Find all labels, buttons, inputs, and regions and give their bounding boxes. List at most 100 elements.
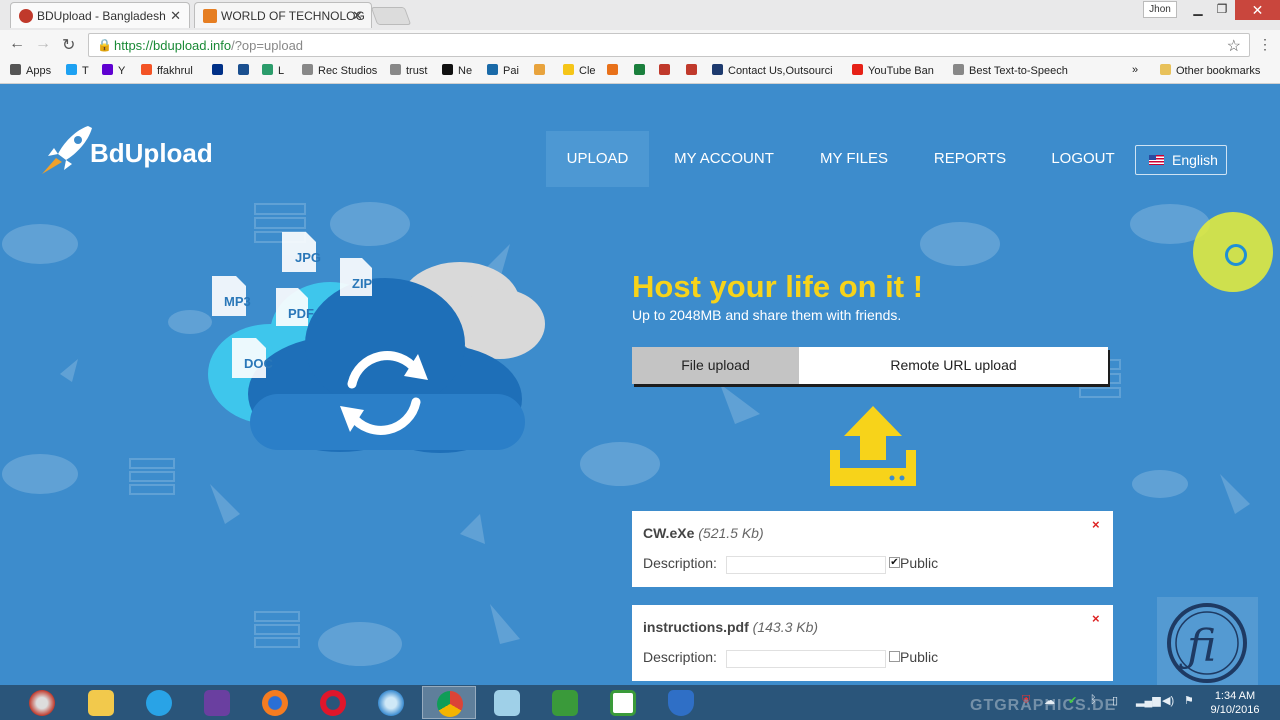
new-tab-button[interactable] (370, 7, 412, 25)
remove-file-icon[interactable]: × (1092, 517, 1100, 532)
public-label: Public (900, 649, 939, 665)
taskbar-media-player[interactable] (15, 686, 69, 719)
cloud-sync-illustration: JPG ZIP MP3 PDF DOC (208, 232, 545, 453)
chrome-menu-icon[interactable]: ⋮ (1258, 36, 1272, 53)
back-arrow-icon[interactable]: ← (9, 35, 25, 53)
taskbar-safari[interactable] (364, 686, 418, 719)
taskbar-security[interactable] (654, 686, 708, 719)
taskbar-camtasia-studio[interactable] (596, 686, 650, 719)
page-headline: Host your life on it ! (632, 269, 924, 304)
camtasia-studio-icon (610, 690, 636, 716)
cloud-tray-icon[interactable]: ☁ (1044, 694, 1055, 707)
description-input[interactable] (726, 556, 886, 574)
rocket-icon (42, 126, 92, 174)
bookmark-favicon-icon (712, 64, 723, 75)
upload-type-tabs: File upload Remote URL upload (632, 347, 1108, 384)
bookmark-item[interactable] (634, 64, 650, 77)
close-tab-icon[interactable]: ✕ (170, 8, 181, 24)
maximize-icon[interactable]: ❐ (1210, 2, 1234, 16)
taskbar-file-explorer[interactable] (74, 686, 128, 719)
folder-icon (1160, 64, 1171, 75)
bookmark-item[interactable]: Best Text-to-Speech (953, 64, 1068, 77)
bookmark-item[interactable]: YouTube Ban (852, 64, 934, 77)
bookmark-item[interactable]: trust (390, 64, 427, 77)
taskbar-opera[interactable] (306, 686, 360, 719)
bookmark-item[interactable]: Y (102, 64, 125, 77)
bookmark-item[interactable] (238, 64, 254, 77)
bookmark-item[interactable] (686, 64, 702, 77)
file-size: (143.3 Kb) (752, 619, 819, 635)
bookmark-item[interactable] (659, 64, 675, 77)
taskbar-internet-explorer[interactable] (132, 686, 186, 719)
bookmark-item[interactable]: Rec Studios (302, 64, 377, 77)
visual-studio-icon (204, 690, 230, 716)
public-checkbox[interactable] (889, 651, 900, 662)
check-tray-icon[interactable]: ✔ (1068, 694, 1077, 707)
taskbar-firefox[interactable] (248, 686, 302, 719)
upload-tray-icon[interactable] (830, 404, 916, 486)
tab-bdupload[interactable]: BDUpload - Bangladesh ✕ (10, 2, 190, 28)
bookmark-item[interactable]: T (66, 64, 89, 77)
description-input[interactable] (726, 650, 886, 668)
bookmark-star-icon[interactable]: ☆ (1227, 36, 1241, 56)
bookmark-item[interactable]: Apps (10, 64, 51, 77)
taskbar-visual-studio[interactable] (190, 686, 244, 719)
nav-my-files[interactable]: MY FILES (805, 131, 903, 187)
flag-tray-icon[interactable]: ⚑ (1184, 694, 1194, 707)
volume-tray-icon[interactable]: ◀) (1162, 694, 1174, 707)
bookmark-item[interactable]: Contact Us,Outsourci (712, 64, 833, 77)
bookmark-favicon-icon (487, 64, 498, 75)
bookmark-item[interactable] (212, 64, 228, 77)
file-name: instructions.pdf (143.3 Kb) (643, 619, 819, 635)
language-selector[interactable]: English (1135, 145, 1227, 175)
public-checkbox[interactable]: ✔ (889, 557, 900, 568)
taskbar-chrome[interactable] (422, 686, 476, 719)
minimize-icon[interactable]: ▁ (1186, 2, 1210, 16)
upload-file-row: CW.eXe (521.5 Kb) × Description: ✔ Publi… (632, 511, 1113, 587)
tab-file-upload[interactable]: File upload (632, 347, 799, 384)
tab-remote-url-upload[interactable]: Remote URL upload (799, 347, 1108, 384)
tab-world-of-technology[interactable]: WORLD OF TECHNOLOG ✕ (194, 2, 372, 28)
bluetooth-tray-icon[interactable]: ᛒ (1090, 694, 1097, 706)
system-clock[interactable]: 1:34 AM 9/10/2016 (1205, 689, 1265, 717)
bookmark-item[interactable]: Cle (563, 64, 596, 77)
bookmark-item[interactable]: ffakhrul (141, 64, 193, 77)
bookmark-item[interactable]: Ne (442, 64, 472, 77)
address-bar[interactable]: 🔒 https://bdupload.info/?op=upload ☆ (88, 33, 1250, 57)
tab-title: BDUpload - Bangladesh (37, 9, 166, 23)
folder-icon (88, 690, 114, 716)
pdf-file-label: PDF (288, 306, 314, 321)
bookmark-favicon-icon (66, 64, 77, 75)
nav-logout[interactable]: LOGOUT (1040, 131, 1126, 187)
bookmark-item[interactable]: L (262, 64, 284, 77)
profile-button[interactable]: Jhon (1143, 1, 1177, 18)
logo-text: BdUpload (90, 138, 213, 168)
other-bookmarks-folder[interactable]: Other bookmarks (1160, 64, 1260, 77)
bookmark-label: Rec Studios (318, 65, 378, 77)
taskbar-notepad[interactable] (480, 686, 534, 719)
device-tray-icon[interactable]: ▯ (1112, 694, 1118, 707)
bookmark-item[interactable] (534, 64, 550, 77)
window-close-icon[interactable]: ✕ (1235, 0, 1280, 20)
nav-my-account[interactable]: MY ACCOUNT (660, 131, 788, 187)
fi-emblem-icon: ƒi (1167, 603, 1247, 683)
bookmark-item[interactable]: Pai (487, 64, 519, 77)
taskbar-camtasia-recorder[interactable] (538, 686, 592, 719)
media-player-icon (29, 690, 55, 716)
forward-arrow-icon[interactable]: → (35, 35, 51, 53)
nav-reports[interactable]: REPORTS (920, 131, 1020, 187)
fi-logo-watermark: ƒi (1157, 597, 1258, 685)
bookmark-favicon-icon (563, 64, 574, 75)
antivirus-tray-icon[interactable]: ⛨ (1022, 694, 1030, 707)
reload-icon[interactable]: ↻ (62, 35, 75, 55)
network-tray-icon[interactable]: ▂▄▆ (1136, 694, 1161, 707)
nav-upload[interactable]: UPLOAD (546, 131, 649, 187)
close-tab-icon[interactable]: ✕ (352, 8, 363, 24)
bookmark-label: YouTube Ban (868, 65, 934, 77)
bookmarks-overflow-button[interactable]: » (1132, 64, 1138, 76)
bookmark-favicon-icon (852, 64, 863, 75)
bdupload-page: BdUpload UPLOAD MY ACCOUNT MY FILES REPO… (0, 84, 1280, 685)
remove-file-icon[interactable]: × (1092, 611, 1100, 626)
zip-file-label: ZIP (352, 276, 373, 291)
bookmark-item[interactable] (607, 64, 623, 77)
